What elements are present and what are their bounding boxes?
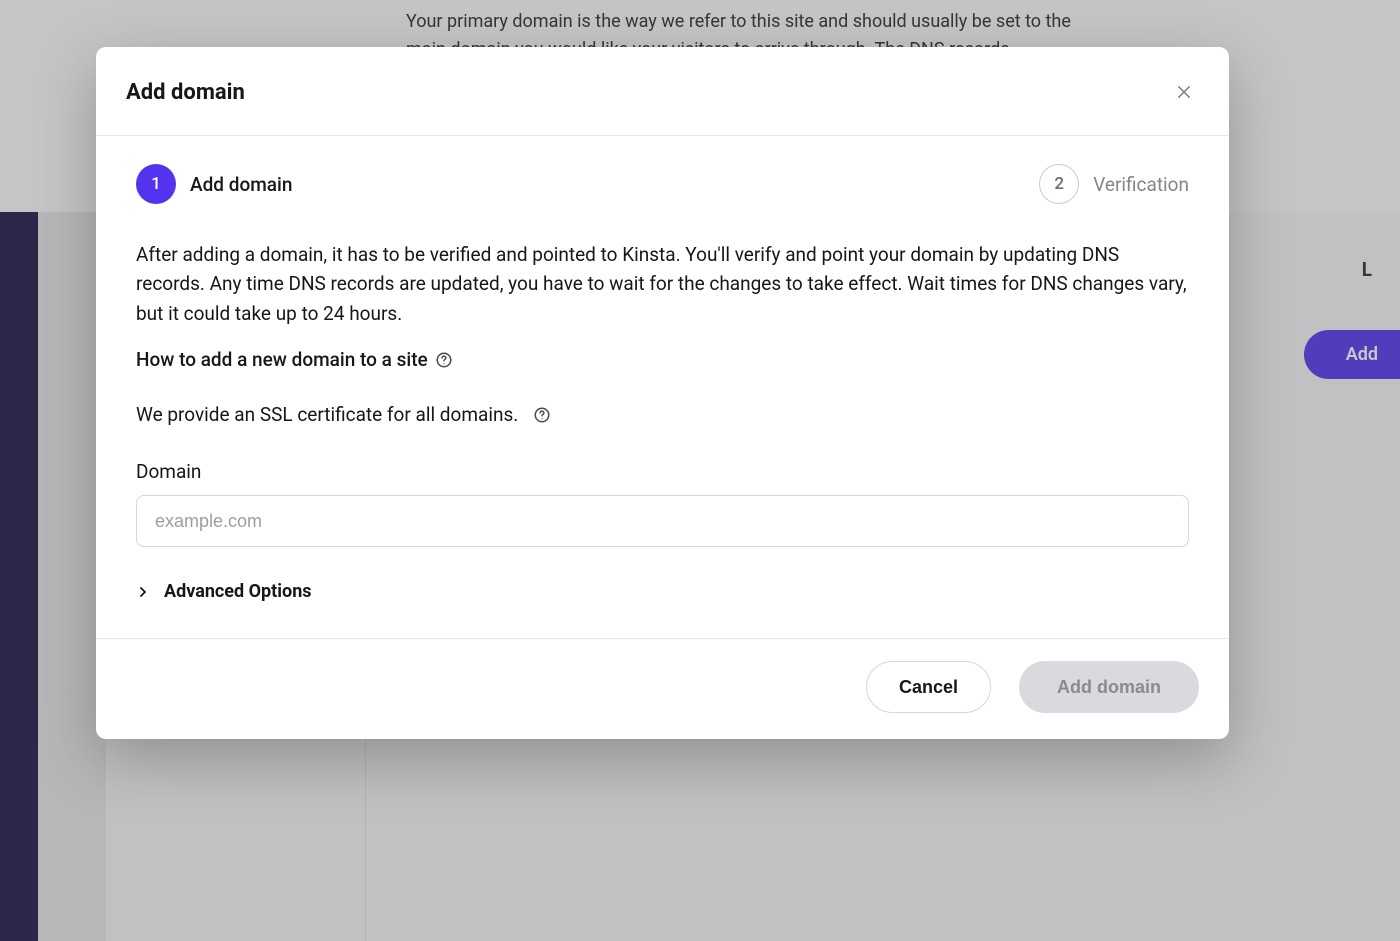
cancel-button[interactable]: Cancel (866, 661, 991, 713)
step-2-label: Verification (1093, 173, 1189, 196)
how-to-link[interactable]: How to add a new domain to a site (136, 348, 454, 371)
info-paragraph: After adding a domain, it has to be veri… (136, 240, 1189, 328)
step-2: 2 Verification (1039, 164, 1189, 204)
modal-title: Add domain (126, 80, 245, 105)
stepper: 1 Add domain 2 Verification (136, 164, 1189, 204)
step-2-badge: 2 (1039, 164, 1079, 204)
ssl-info-text: We provide an SSL certificate for all do… (136, 403, 518, 426)
advanced-options-label: Advanced Options (164, 581, 312, 602)
close-button[interactable] (1169, 77, 1199, 107)
advanced-options-toggle[interactable]: Advanced Options (136, 581, 312, 602)
how-to-link-text: How to add a new domain to a site (136, 348, 428, 371)
add-domain-modal: Add domain 1 Add domain 2 Verification A… (96, 47, 1229, 739)
domain-label: Domain (136, 460, 1189, 483)
step-1-label: Add domain (190, 173, 292, 196)
ssl-info: We provide an SSL certificate for all do… (136, 403, 1189, 426)
help-icon (434, 350, 454, 370)
add-domain-button[interactable]: Add domain (1019, 661, 1199, 713)
close-icon (1175, 83, 1193, 101)
modal-body: 1 Add domain 2 Verification After adding… (96, 136, 1229, 638)
step-1: 1 Add domain (136, 164, 292, 204)
step-1-badge: 1 (136, 164, 176, 204)
modal-footer: Cancel Add domain (96, 638, 1229, 739)
domain-input[interactable] (136, 495, 1189, 547)
modal-header: Add domain (96, 47, 1229, 136)
help-icon[interactable] (532, 405, 552, 425)
chevron-right-icon (136, 585, 150, 599)
